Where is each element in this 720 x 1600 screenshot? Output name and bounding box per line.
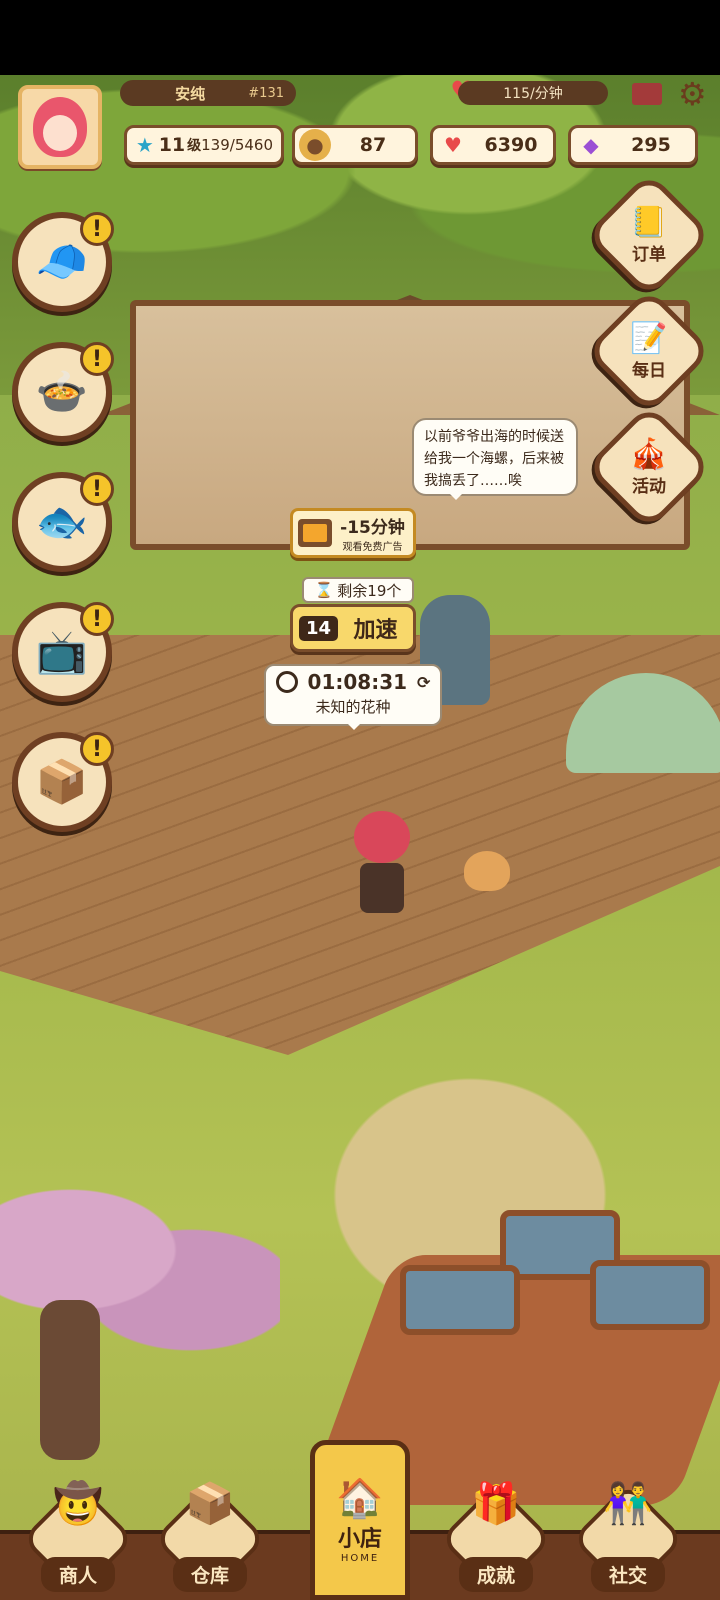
cooking-pot-icon: 🍲 [35, 367, 89, 416]
water-plot[interactable] [400, 1265, 520, 1335]
shop-house-icon: 🏠 [336, 1476, 384, 1520]
gems-value: 295 [631, 134, 671, 156]
bottom-navigation: 🤠 商人 📦 仓库 🏠 小店 HOME 🎁 成就 👫 社交 [0, 1440, 720, 1600]
nav-achievements-label: 成就 [458, 1557, 533, 1592]
alert-badge: ! [80, 342, 114, 376]
alert-badge: ! [80, 732, 114, 766]
coin-icon: ● [299, 129, 331, 161]
npc-speech-bubble: 以前爷爷出海的时候送给我一个海螺，后来被我搞丢了……唉 [412, 418, 578, 500]
cooking-button[interactable]: 🍲 ! [12, 342, 114, 442]
player-character[interactable] [354, 811, 414, 913]
income-rate: 115/分钟 [458, 81, 608, 105]
package-button[interactable]: 📦 ! [12, 732, 114, 832]
events-label: 活动 [632, 476, 666, 497]
tv-icon [298, 519, 332, 547]
coins-stat[interactable]: ● 87 [292, 125, 418, 165]
gem-icon: ◆ [583, 133, 599, 157]
top-bar: 安纯 #131 ♥ 115/分钟 ⚙ ★ 11 级 139/5460 ● 87 … [0, 75, 720, 170]
nav-warehouse-label: 仓库 [172, 1557, 247, 1592]
settings-gear-icon[interactable]: ⚙ [678, 77, 712, 111]
achievement-box-icon: 🎁 [471, 1481, 521, 1527]
warehouse-icon: 📦 [185, 1481, 235, 1527]
timer-item-name: 未知的花种 [315, 698, 391, 716]
fish-icon: 🐟 [35, 497, 89, 546]
customer-button[interactable]: 🧢 ! [12, 212, 114, 312]
alert-badge: ! [80, 212, 114, 246]
water-plot[interactable] [590, 1260, 710, 1330]
daily-label: 每日 [632, 360, 666, 381]
daily-button[interactable]: 📝 每日 [604, 306, 694, 396]
level-stat[interactable]: ★ 11 级 139/5460 [124, 125, 284, 165]
speedup-remaining: ⌛ 剩余19个 [302, 577, 414, 603]
orders-label: 订单 [632, 244, 666, 265]
merchant-icon: 🤠 [53, 1481, 103, 1527]
nav-shop-home[interactable]: 🏠 小店 HOME [310, 1440, 410, 1600]
events-button[interactable]: 🎪 活动 [604, 422, 694, 512]
exp-value: 139/5460 [201, 136, 273, 154]
player-name: 安纯 [175, 84, 206, 103]
nav-warehouse[interactable]: 📦 仓库 [153, 1450, 267, 1600]
alert-badge: ! [80, 602, 114, 636]
ad-boost-caption: 观看免费广告 [342, 542, 403, 553]
income-rate-text: 115/分钟 [503, 86, 563, 102]
tv-ad-button[interactable]: 📺 ! [12, 602, 114, 702]
social-friends-icon: 👫 [603, 1481, 653, 1527]
tv-icon: 📺 [35, 627, 89, 676]
refresh-icon[interactable]: ⟳ [417, 673, 430, 692]
player-name-bar[interactable]: 安纯 #131 [120, 80, 296, 106]
alert-badge: ! [80, 472, 114, 506]
nav-shop-sublabel: HOME [340, 1553, 380, 1564]
order-book-icon: 📒 [630, 204, 668, 240]
nav-social-label: 社交 [590, 1557, 665, 1592]
growth-timer-bubble[interactable]: 01:08:31 ⟳ 未知的花种 [264, 664, 442, 730]
ad-boost-time: -15分钟 [340, 518, 405, 538]
mail-icon[interactable] [632, 83, 662, 105]
speedup-remaining-text: 剩余19个 [337, 581, 402, 600]
package-icon: 📦 [35, 757, 89, 806]
player-id: #131 [248, 85, 284, 101]
nav-merchant-label: 商人 [40, 1557, 115, 1592]
hourglass-icon: ⌛ [314, 581, 334, 599]
gems-stat[interactable]: ◆ 295 [568, 125, 698, 165]
star-icon: ★ [135, 133, 154, 157]
nav-merchant[interactable]: 🤠 商人 [21, 1450, 135, 1600]
nav-social[interactable]: 👫 社交 [571, 1450, 685, 1600]
timer-value: 01:08:31 [307, 670, 408, 694]
event-icon: 🎪 [630, 436, 668, 472]
tree-trunk [40, 1300, 100, 1460]
hearts-stat[interactable]: ♥ 6390 [430, 125, 556, 165]
daily-note-icon: 📝 [630, 320, 668, 356]
watch-ad-boost-button[interactable]: -15分钟 观看免费广告 [290, 508, 416, 558]
level-unit: 级 [187, 138, 202, 154]
clock-icon [275, 671, 298, 693]
hearts-value: 6390 [484, 134, 538, 156]
nav-achievements[interactable]: 🎁 成就 [439, 1450, 553, 1600]
speedup-count: 14 [299, 615, 339, 641]
customer-icon: 🧢 [35, 237, 89, 286]
game-scene[interactable] [0, 75, 720, 1600]
speedup-label: 加速 [353, 618, 398, 643]
speedup-button[interactable]: 14 加速 [290, 604, 416, 652]
level-value: 11 [158, 134, 186, 156]
player-avatar[interactable] [18, 85, 102, 169]
nav-shop-label: 小店 [337, 1527, 382, 1552]
heart-icon: ♥ [444, 133, 462, 157]
shiba-dog[interactable] [464, 851, 510, 891]
speech-text: 以前爷爷出海的时候送给我一个海螺，后来被我搞丢了……唉 [424, 429, 564, 489]
coins-value: 87 [359, 134, 387, 156]
fishing-button[interactable]: 🐟 ! [12, 472, 114, 572]
orders-button[interactable]: 📒 订单 [604, 190, 694, 280]
